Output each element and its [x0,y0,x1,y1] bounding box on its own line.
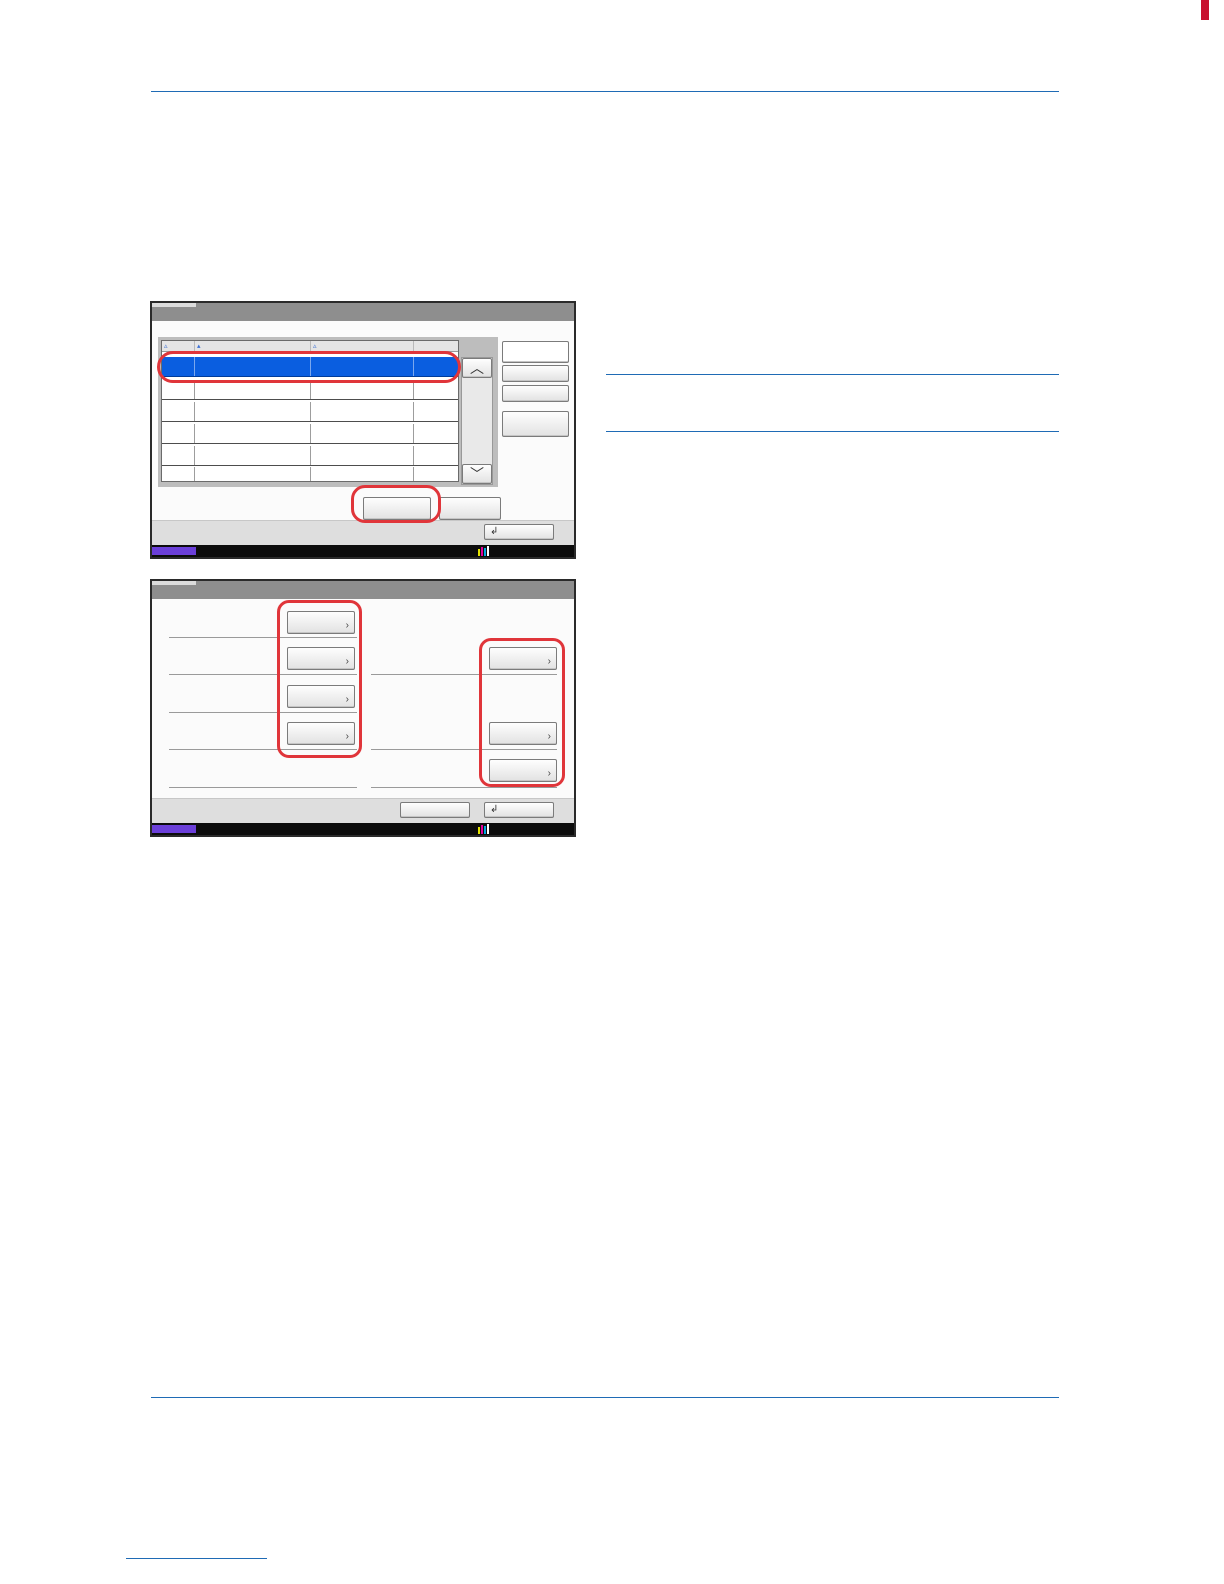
action-button[interactable] [439,497,501,520]
sort-icon[interactable]: ▴ [197,342,201,350]
toner-icon [478,546,492,556]
status-bar [152,823,574,835]
highlight-left-buttons [277,600,362,758]
list-scrollbar[interactable]: ︿ ﹀ [461,357,493,485]
list-row[interactable] [162,467,458,481]
list-row[interactable] [162,446,458,466]
return-icon: ↲ [490,804,499,815]
return-icon: ↲ [490,526,499,537]
side-button-2[interactable] [502,385,569,402]
scroll-down-button[interactable]: ﹀ [462,464,492,484]
selection-display [502,341,569,363]
highlight-selected-row [157,351,461,383]
close-button[interactable]: ↲ [484,524,554,540]
header-rule [151,91,1059,92]
screen-tab [152,581,196,585]
note-rule-bottom [606,431,1059,432]
cancel-button[interactable] [400,802,470,818]
screen-title-bar [152,581,574,599]
status-indicator [152,825,196,833]
toner-icon [478,824,492,834]
highlight-detail-button [351,485,441,523]
footer-rule [151,1397,1059,1398]
sort-icon[interactable]: ▵ [164,342,168,350]
footer-link[interactable] [126,1558,267,1559]
close-button[interactable]: ↲ [484,802,554,818]
page-marker [1201,0,1209,20]
status-indicator [152,547,196,555]
chevron-up-icon: ︿ [470,360,484,376]
chevron-down-icon: ﹀ [470,466,484,482]
sort-icon[interactable]: ▵ [313,342,317,350]
scroll-up-button[interactable]: ︿ [462,358,492,378]
screen-tab [152,303,196,307]
side-button-3[interactable] [502,411,569,437]
list-row[interactable] [162,424,458,444]
note-rule-top [606,374,1059,375]
screen-title-bar [152,303,574,321]
side-button-1[interactable] [502,365,569,382]
list-row[interactable] [162,380,458,400]
list-row[interactable] [162,402,458,422]
screen-bottom-bar: ↲ [152,520,574,545]
screen-bottom-bar: ↲ [152,798,574,823]
status-bar [152,545,574,557]
highlight-right-buttons [479,638,565,787]
